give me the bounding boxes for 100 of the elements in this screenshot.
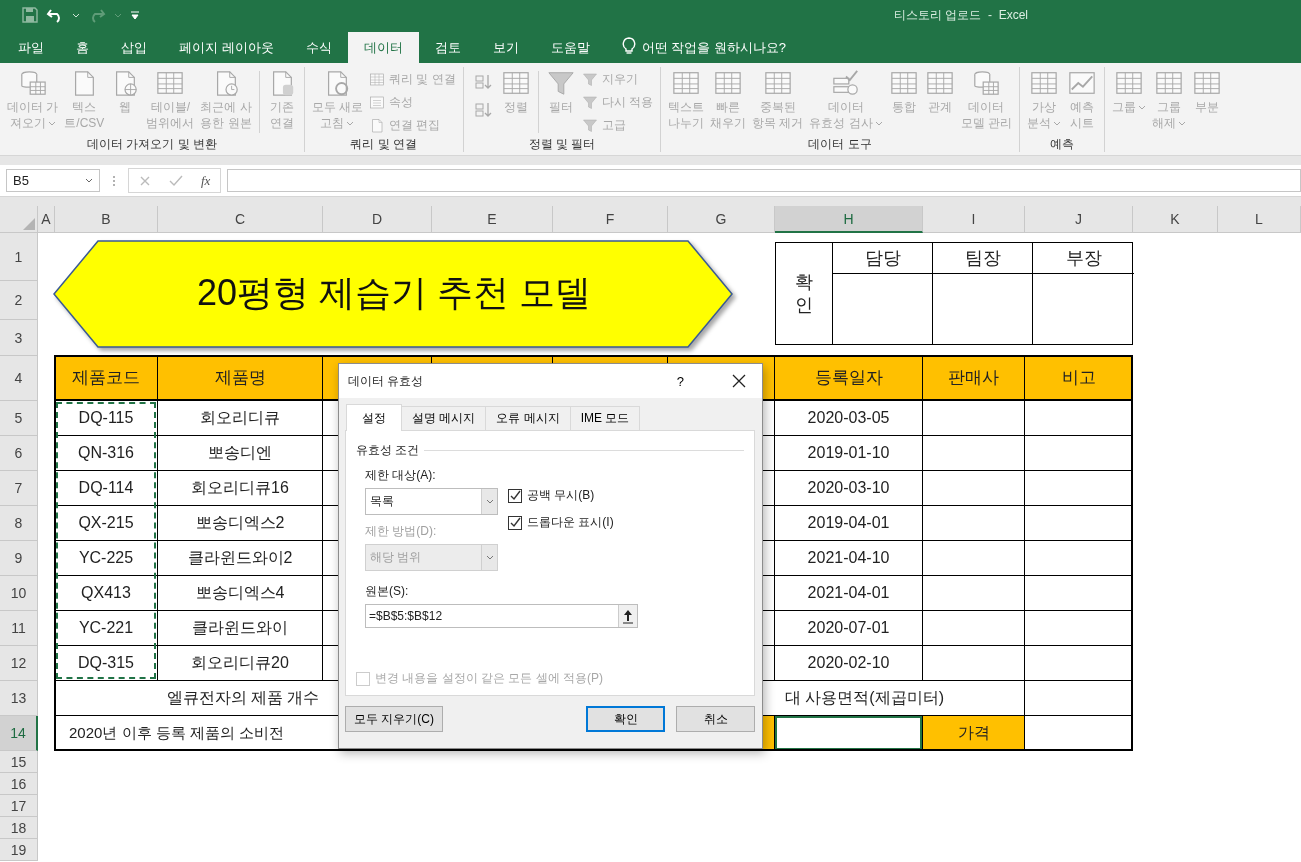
menu-tab[interactable]: 검토 — [418, 32, 477, 63]
table-cell: QX413 — [55, 576, 158, 611]
caret-icon — [874, 120, 883, 126]
table-cell[interactable] — [775, 716, 923, 751]
column-header[interactable]: H — [775, 206, 923, 233]
table-cell: 2019-04-01 — [775, 506, 923, 541]
column-header[interactable]: C — [158, 206, 323, 233]
tell-me-field[interactable]: 어떤 작업을 원하시나요? — [641, 32, 842, 63]
dialog-title: 데이터 유효성 — [348, 372, 425, 390]
caret-icon — [85, 178, 93, 183]
field-label: 제한 방법(D): — [365, 523, 438, 540]
row-header[interactable]: 10 — [0, 576, 38, 611]
row-header[interactable]: 6 — [0, 436, 38, 471]
column-header[interactable]: L — [1218, 206, 1301, 233]
table-icon — [762, 69, 793, 97]
header-cell: 비고 — [1025, 356, 1133, 401]
row-header[interactable]: 16 — [0, 773, 38, 795]
group-label: 정렬 및 필터 — [527, 136, 597, 152]
group-label: 예측 — [1049, 136, 1076, 152]
close-icon[interactable] — [732, 374, 746, 388]
header-cell: 등록일자 — [775, 356, 923, 401]
menu-tab[interactable]: 홈 — [60, 32, 105, 63]
column-header[interactable]: B — [55, 206, 158, 233]
group-label: 쿼리 및 연결 — [349, 136, 419, 152]
table-cell: 2021-04-01 — [775, 576, 923, 611]
header-cell: 제품코드 — [55, 356, 158, 401]
cancel-button[interactable]: 취소 — [676, 706, 755, 732]
table-icon — [671, 69, 702, 97]
table-cell: 2020-02-10 — [775, 646, 923, 681]
column-header[interactable]: G — [668, 206, 775, 233]
table-icon — [713, 69, 744, 97]
header-cell: 제품명 — [158, 356, 323, 401]
table-cell: 회오리디큐16 — [158, 471, 323, 506]
allow-dropdown[interactable]: 목록 — [365, 488, 498, 515]
checkbox[interactable] — [508, 515, 522, 530]
filter-icon — [581, 95, 598, 110]
menu-tab[interactable]: 페이지 레이아웃 — [163, 32, 290, 63]
caret-icon — [346, 120, 355, 126]
table-cell: 2019-01-10 — [775, 436, 923, 471]
checkmark-icon — [509, 490, 521, 501]
column-header[interactable]: A — [38, 206, 55, 233]
help-button[interactable]: ? — [676, 373, 684, 389]
field-label: 원본(S): — [365, 583, 410, 600]
table-icon — [888, 69, 919, 97]
row-header[interactable]: 4 — [0, 356, 38, 401]
column-header[interactable]: K — [1133, 206, 1218, 233]
row-header[interactable]: 17 — [0, 795, 38, 817]
column-header[interactable]: D — [323, 206, 432, 233]
customize-icon[interactable] — [130, 10, 140, 20]
column-header[interactable]: F — [553, 206, 668, 233]
menu-tab[interactable]: 파일 — [2, 32, 60, 63]
table-cell: YC-225 — [55, 541, 158, 576]
table-cell: DQ-114 — [55, 471, 158, 506]
source-field[interactable]: =$B$5:$B$12 — [365, 604, 638, 628]
row-header[interactable]: 5 — [0, 401, 38, 436]
select-all-corner[interactable] — [0, 206, 38, 233]
save-icon[interactable] — [22, 7, 38, 23]
menu-tab[interactable]: 수식 — [289, 32, 348, 63]
menu-tab[interactable]: 보기 — [476, 32, 535, 63]
section-title: 유효성 조건 — [356, 442, 420, 459]
table-cell: 클라윈드와이 — [158, 611, 323, 646]
row-header[interactable]: 7 — [0, 471, 38, 506]
approval-role: 팀장 — [933, 243, 1033, 274]
row-header[interactable]: 3 — [0, 320, 38, 356]
clear-all-button[interactable]: 모두 지우기(C) — [345, 706, 443, 732]
row-header[interactable]: 19 — [0, 839, 38, 861]
table-cell: 2020-03-05 — [775, 401, 923, 436]
checkbox[interactable] — [508, 488, 522, 503]
row-header[interactable]: 13 — [0, 681, 38, 716]
row-header[interactable]: 9 — [0, 541, 38, 576]
menu-tab[interactable]: 삽입 — [105, 32, 163, 63]
insert-function-button[interactable]: fx — [201, 172, 211, 189]
table-cell: 2021-04-10 — [775, 541, 923, 576]
table-cell: 클라윈드와이2 — [158, 541, 323, 576]
table-icon — [1154, 69, 1185, 97]
row-header[interactable]: 1 — [0, 233, 38, 281]
formula-field[interactable] — [227, 169, 1301, 192]
cancel-icon[interactable] — [139, 174, 151, 187]
document-icon — [369, 118, 386, 133]
name-box[interactable]: B5 — [6, 169, 100, 192]
column-header[interactable]: J — [1025, 206, 1133, 233]
banner-title: 20평형 제습기 추천 모델 — [195, 270, 593, 315]
check-icon[interactable] — [169, 174, 183, 187]
row-header[interactable]: 11 — [0, 611, 38, 646]
caret-icon — [485, 499, 494, 504]
collapse-icon[interactable] — [618, 605, 637, 627]
row-header[interactable]: 18 — [0, 817, 38, 839]
menu-tab[interactable]: 도움말 — [534, 32, 606, 63]
menu-tab[interactable]: 데이터 — [347, 32, 419, 63]
column-header[interactable]: I — [923, 206, 1025, 233]
ok-button[interactable]: 확인 — [586, 706, 665, 732]
row-header[interactable]: 12 — [0, 646, 38, 681]
row-header[interactable]: 8 — [0, 506, 38, 541]
row-header[interactable]: 2 — [0, 281, 38, 320]
table-cell: 뽀송디엔 — [158, 436, 323, 471]
row-header[interactable]: 15 — [0, 751, 38, 773]
column-header[interactable]: E — [432, 206, 553, 233]
row-header[interactable]: 14 — [0, 716, 38, 751]
dialog-tab[interactable]: IME 모드 — [569, 406, 641, 430]
dialog-tab[interactable]: 설정 — [346, 404, 402, 431]
